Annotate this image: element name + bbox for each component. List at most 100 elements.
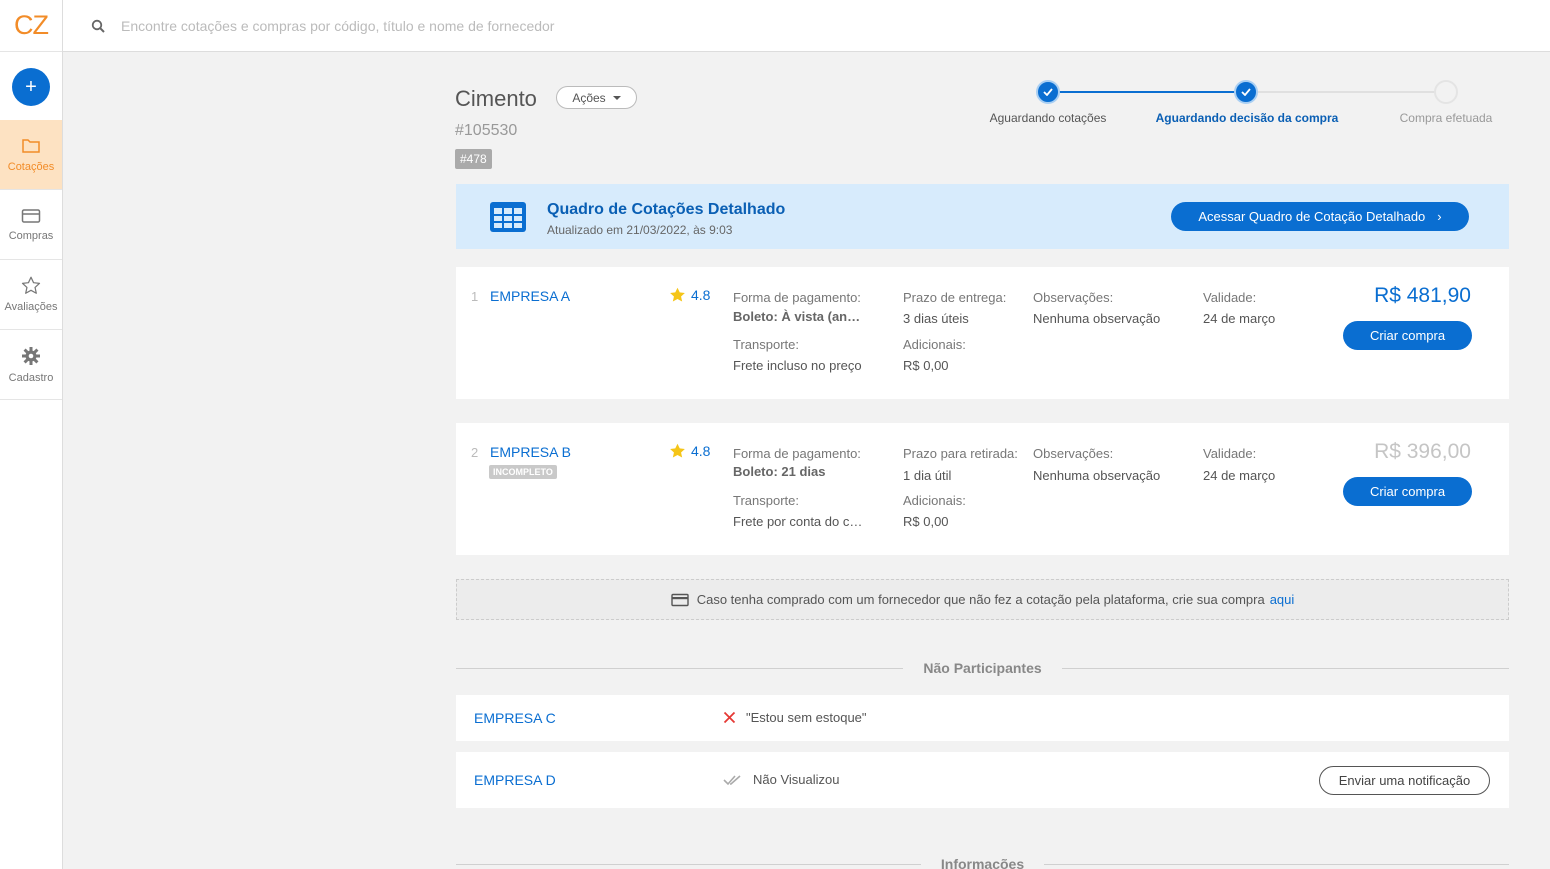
transport-label: Transporte:: [733, 337, 799, 352]
detailed-quotes-banner: Quadro de Cotações Detalhado Atualizado …: [456, 184, 1509, 249]
additional-value: R$ 0,00: [903, 358, 949, 373]
step-label: Aguardando decisão da compra: [1155, 111, 1339, 125]
quote-card: 1 EMPRESA A 4.8 Forma de pagamento: Bole…: [456, 267, 1509, 399]
quote-index: 1: [471, 289, 479, 304]
sidebar-item-label: Compras: [8, 229, 54, 242]
non-participant-row: EMPRESA D Não Visualizou Enviar uma noti…: [456, 752, 1509, 808]
sidebar: CZ + Cotações Compras Avaliações Cadastr…: [0, 0, 63, 869]
rating: 4.8: [669, 287, 710, 303]
additional-label: Adicionais:: [903, 337, 966, 352]
card-icon: [671, 593, 689, 606]
notice-text: Caso tenha comprado com um fornecedor qu…: [696, 592, 1265, 607]
sidebar-item-label: Cotações: [7, 160, 55, 173]
quote-tag: #478: [455, 149, 492, 169]
additional-value: R$ 0,00: [903, 514, 949, 529]
quote-card: 2 EMPRESA B INCOMPLETO 4.8 Forma de paga…: [456, 423, 1509, 555]
section-title: Não Participantes: [923, 660, 1042, 676]
search-input[interactable]: [121, 17, 821, 34]
quote-index: 2: [471, 445, 479, 460]
step-label: Aguardando cotações: [989, 111, 1107, 125]
card-icon: [21, 208, 41, 223]
chevron-right-icon: ›: [1437, 209, 1442, 224]
star-icon: [21, 276, 41, 294]
progress-steps: Aguardando cotações Aguardando decisão d…: [980, 80, 1510, 130]
validity-value: 24 de março: [1203, 468, 1276, 483]
sidebar-item-compras[interactable]: Compras: [0, 190, 62, 260]
create-purchase-button[interactable]: Criar compra: [1343, 321, 1472, 350]
section-title: Informações: [940, 856, 1025, 869]
company-link[interactable]: EMPRESA A: [490, 288, 570, 304]
rating: 4.8: [669, 443, 710, 459]
double-check-icon: [723, 774, 741, 785]
quote-price: R$ 481,90: [1374, 284, 1471, 307]
rating-value: 4.8: [691, 287, 711, 303]
open-detailed-quotes-button[interactable]: Acessar Quadro de Cotação Detalhado ›: [1171, 202, 1469, 231]
step-line: [1059, 91, 1246, 93]
company-link[interactable]: EMPRESA C: [474, 710, 556, 726]
notes-label: Observações:: [1033, 290, 1114, 305]
sidebar-item-cotacoes[interactable]: Cotações: [0, 120, 62, 190]
additional-label: Adicionais:: [903, 493, 966, 508]
validity-label: Validade:: [1203, 290, 1257, 305]
section-divider: Informações: [456, 856, 1509, 869]
participant-status: Não Visualizou: [723, 772, 839, 787]
pickup-value: 1 dia útil: [903, 468, 952, 483]
transport-value: Frete incluso no preço: [733, 358, 862, 373]
incomplete-badge: INCOMPLETO: [489, 465, 557, 479]
external-purchase-notice: Caso tenha comprado com um fornecedor qu…: [456, 579, 1509, 620]
sidebar-item-label: Cadastro: [8, 371, 54, 384]
banner-title: Quadro de Cotações Detalhado: [547, 201, 786, 218]
status-text: "Estou sem estoque": [746, 710, 867, 725]
folder-icon: [22, 138, 40, 153]
status-text: Não Visualizou: [753, 772, 840, 787]
company-link[interactable]: EMPRESA D: [474, 772, 556, 788]
actions-dropdown[interactable]: Ações: [556, 86, 637, 109]
delivery-label: Prazo de entrega:: [903, 290, 1007, 305]
topbar: [63, 0, 1550, 52]
banner-subtitle: Atualizado em 21/03/2022, às 9:03: [547, 223, 733, 237]
transport-label: Transporte:: [733, 493, 799, 508]
sidebar-item-label: Avaliações: [4, 301, 58, 313]
actions-label: Ações: [572, 90, 606, 105]
company-link[interactable]: EMPRESA B: [490, 444, 571, 460]
x-icon: [723, 711, 736, 724]
notes-value: Nenhuma observação: [1033, 311, 1161, 326]
step-pending-dot: [1434, 80, 1458, 104]
transport-value: Frete por conta do cliente: [733, 514, 863, 529]
add-button[interactable]: +: [12, 68, 50, 106]
quote-price: R$ 396,00: [1374, 440, 1471, 463]
title-block: Cimento Ações: [455, 86, 637, 112]
section-divider: Não Participantes: [456, 660, 1510, 676]
sidebar-item-cadastro[interactable]: Cadastro: [0, 330, 62, 400]
payment-label: Forma de pagamento:: [733, 446, 861, 461]
step-line: [1246, 91, 1446, 93]
page-title: Cimento: [455, 86, 537, 111]
button-label: Acessar Quadro de Cotação Detalhado: [1198, 209, 1426, 224]
search-icon: [91, 19, 105, 33]
create-purchase-button[interactable]: Criar compra: [1343, 477, 1472, 506]
payment-value: Boleto: À vista (antecipado): [733, 309, 863, 324]
rating-value: 4.8: [691, 443, 711, 459]
validity-value: 24 de março: [1203, 311, 1276, 326]
quote-code: #105530: [455, 122, 518, 139]
logo[interactable]: CZ: [0, 0, 62, 52]
pickup-label: Prazo para retirada:: [903, 446, 1018, 461]
step-check-icon: [1036, 80, 1060, 104]
step-label: Compra efetuada: [1399, 111, 1493, 125]
notes-value: Nenhuma observação: [1033, 468, 1161, 483]
payment-label: Forma de pagamento:: [733, 290, 861, 305]
delivery-value: 3 dias úteis: [903, 311, 969, 326]
logo-text: CZ: [14, 10, 49, 40]
grid-table-icon: [490, 201, 526, 232]
sidebar-item-avaliacoes[interactable]: Avaliações: [0, 260, 62, 330]
non-participant-row: EMPRESA C "Estou sem estoque": [456, 695, 1509, 741]
caret-down-icon: [612, 95, 621, 100]
send-notification-button[interactable]: Enviar uma notificação: [1319, 766, 1490, 795]
gear-icon: [22, 346, 40, 365]
star-icon: [670, 287, 685, 302]
star-icon: [670, 443, 685, 458]
notes-label: Observações:: [1033, 446, 1114, 461]
create-purchase-link[interactable]: aqui: [1270, 592, 1295, 607]
validity-label: Validade:: [1203, 446, 1257, 461]
step-check-icon: [1234, 80, 1258, 104]
